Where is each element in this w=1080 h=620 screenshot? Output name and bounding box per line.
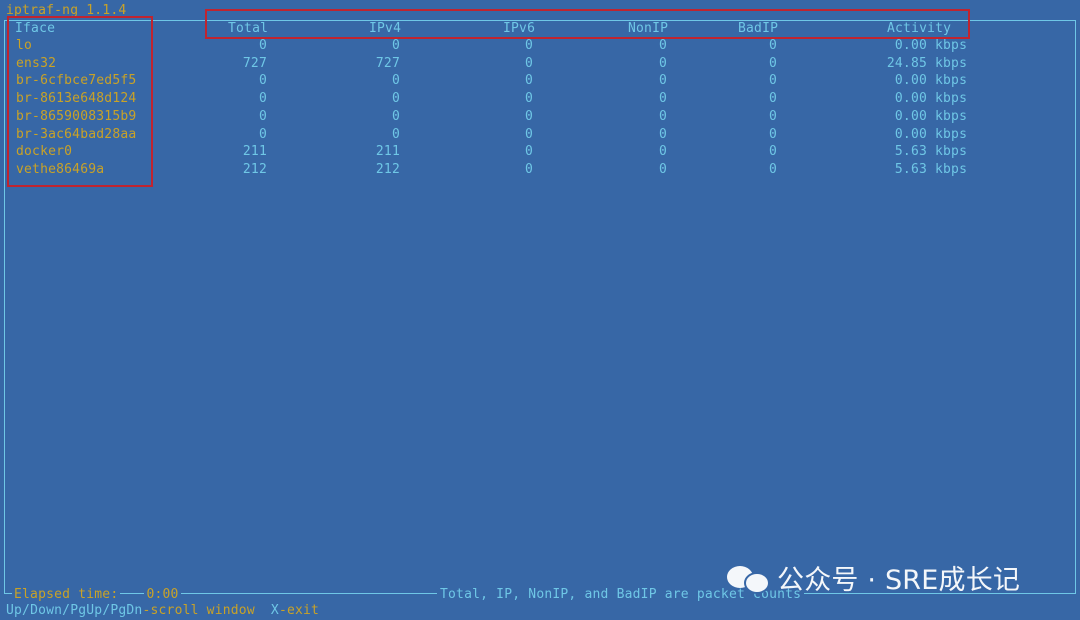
cell-nonip: 0 [658, 38, 667, 53]
cell-activity: 5.63 [894, 144, 927, 160]
cell-ipv6: 0 [524, 144, 533, 160]
wechat-icon [727, 562, 770, 594]
cell-ipv4: 0 [391, 38, 400, 53]
elapsed-label: Elapsed time: [12, 587, 121, 602]
cell-total: 211 [242, 144, 267, 160]
cell-activity: 0.00 [894, 108, 927, 124]
cell-ipv6: 0 [524, 55, 533, 71]
cell-unit: kbps [935, 91, 968, 107]
table-row[interactable]: br-6cfbce7ed5f5 0 0 0 0 0 0.00 kbps [0, 73, 1080, 89]
cell-badip: 0 [768, 108, 777, 124]
cell-total: 727 [242, 55, 267, 71]
table-row[interactable]: br-8659008315b9 0 0 0 0 0 0.00 kbps [0, 109, 1080, 125]
cell-ipv6: 0 [524, 161, 533, 177]
iface-highlight-box [7, 16, 153, 187]
scroll-key[interactable]: Up/Down/PgUp/PgDn [6, 603, 142, 618]
cell-ipv6: 0 [524, 73, 533, 89]
table-row[interactable]: vethe86469a 212 212 0 0 0 5.63 kbps [0, 162, 1080, 178]
cell-ipv4: 0 [391, 108, 400, 124]
cell-ipv4: 0 [391, 91, 400, 107]
cell-ipv4: 727 [375, 55, 400, 71]
cell-ipv6: 0 [524, 126, 533, 142]
cell-ipv6: 0 [524, 108, 533, 124]
cell-badip: 0 [768, 55, 777, 71]
cell-nonip: 0 [658, 126, 667, 142]
cell-activity: 0.00 [894, 91, 927, 107]
cell-unit: kbps [935, 73, 968, 89]
watermark-text: 公众号 · SRE成长记 [777, 564, 1021, 596]
cell-badip: 0 [768, 73, 777, 89]
cell-badip: 0 [768, 126, 777, 142]
cell-ipv6: 0 [524, 38, 533, 53]
cell-total: 0 [258, 108, 267, 124]
scroll-desc: -scroll window [142, 603, 255, 618]
cell-ipv4: 0 [391, 73, 400, 89]
cell-ipv4: 212 [375, 161, 400, 177]
key-hints: Up/Down/PgUp/PgDn-scroll window X-exit [6, 603, 319, 619]
cell-badip: 0 [768, 161, 777, 177]
cell-nonip: 0 [658, 55, 667, 71]
cell-total: 0 [258, 73, 267, 89]
exit-key[interactable]: X [271, 603, 279, 618]
cell-nonip: 0 [658, 73, 667, 89]
cell-activity: 5.63 [894, 161, 927, 177]
cell-unit: kbps [935, 161, 968, 177]
cell-unit: kbps [935, 126, 968, 142]
table-row[interactable]: br-3ac64bad28aa 0 0 0 0 0 0.00 kbps [0, 127, 1080, 143]
exit-desc: -exit [278, 603, 320, 618]
cell-activity: 24.85 [886, 55, 927, 71]
cell-activity: 0.00 [894, 38, 927, 53]
cell-total: 0 [258, 91, 267, 107]
cell-unit: kbps [935, 38, 968, 53]
cell-ipv6: 0 [524, 91, 533, 107]
cell-unit: kbps [935, 108, 968, 124]
cell-total: 0 [258, 38, 267, 53]
cell-ipv4: 211 [375, 144, 400, 160]
cell-nonip: 0 [658, 108, 667, 124]
cell-nonip: 0 [658, 91, 667, 107]
cell-unit: kbps [935, 144, 968, 160]
table-row[interactable]: br-8613e648d124 0 0 0 0 0 0.00 kbps [0, 91, 1080, 107]
cell-activity: 0.00 [894, 73, 927, 89]
cell-total: 212 [242, 161, 267, 177]
table-row[interactable]: docker0 211 211 0 0 0 5.63 kbps [0, 144, 1080, 160]
cell-badip: 0 [768, 144, 777, 160]
header-highlight-box [205, 9, 970, 39]
watermark: 公众号 · SRE成长记 [727, 557, 1020, 597]
cell-nonip: 0 [658, 144, 667, 160]
elapsed-value: 0:00 [144, 587, 181, 602]
cell-unit: kbps [935, 55, 968, 71]
cell-ipv4: 0 [391, 126, 400, 142]
cell-badip: 0 [768, 91, 777, 107]
cell-badip: 0 [768, 38, 777, 53]
table-row[interactable]: lo 0 0 0 0 0 0.00 kbps [0, 38, 1080, 54]
table-row[interactable]: ens32 727 727 0 0 0 24.85 kbps [0, 56, 1080, 72]
cell-activity: 0.00 [894, 126, 927, 142]
elapsed-time: Elapsed time: 0:00 [12, 587, 181, 603]
cell-total: 0 [258, 126, 267, 142]
cell-nonip: 0 [658, 161, 667, 177]
